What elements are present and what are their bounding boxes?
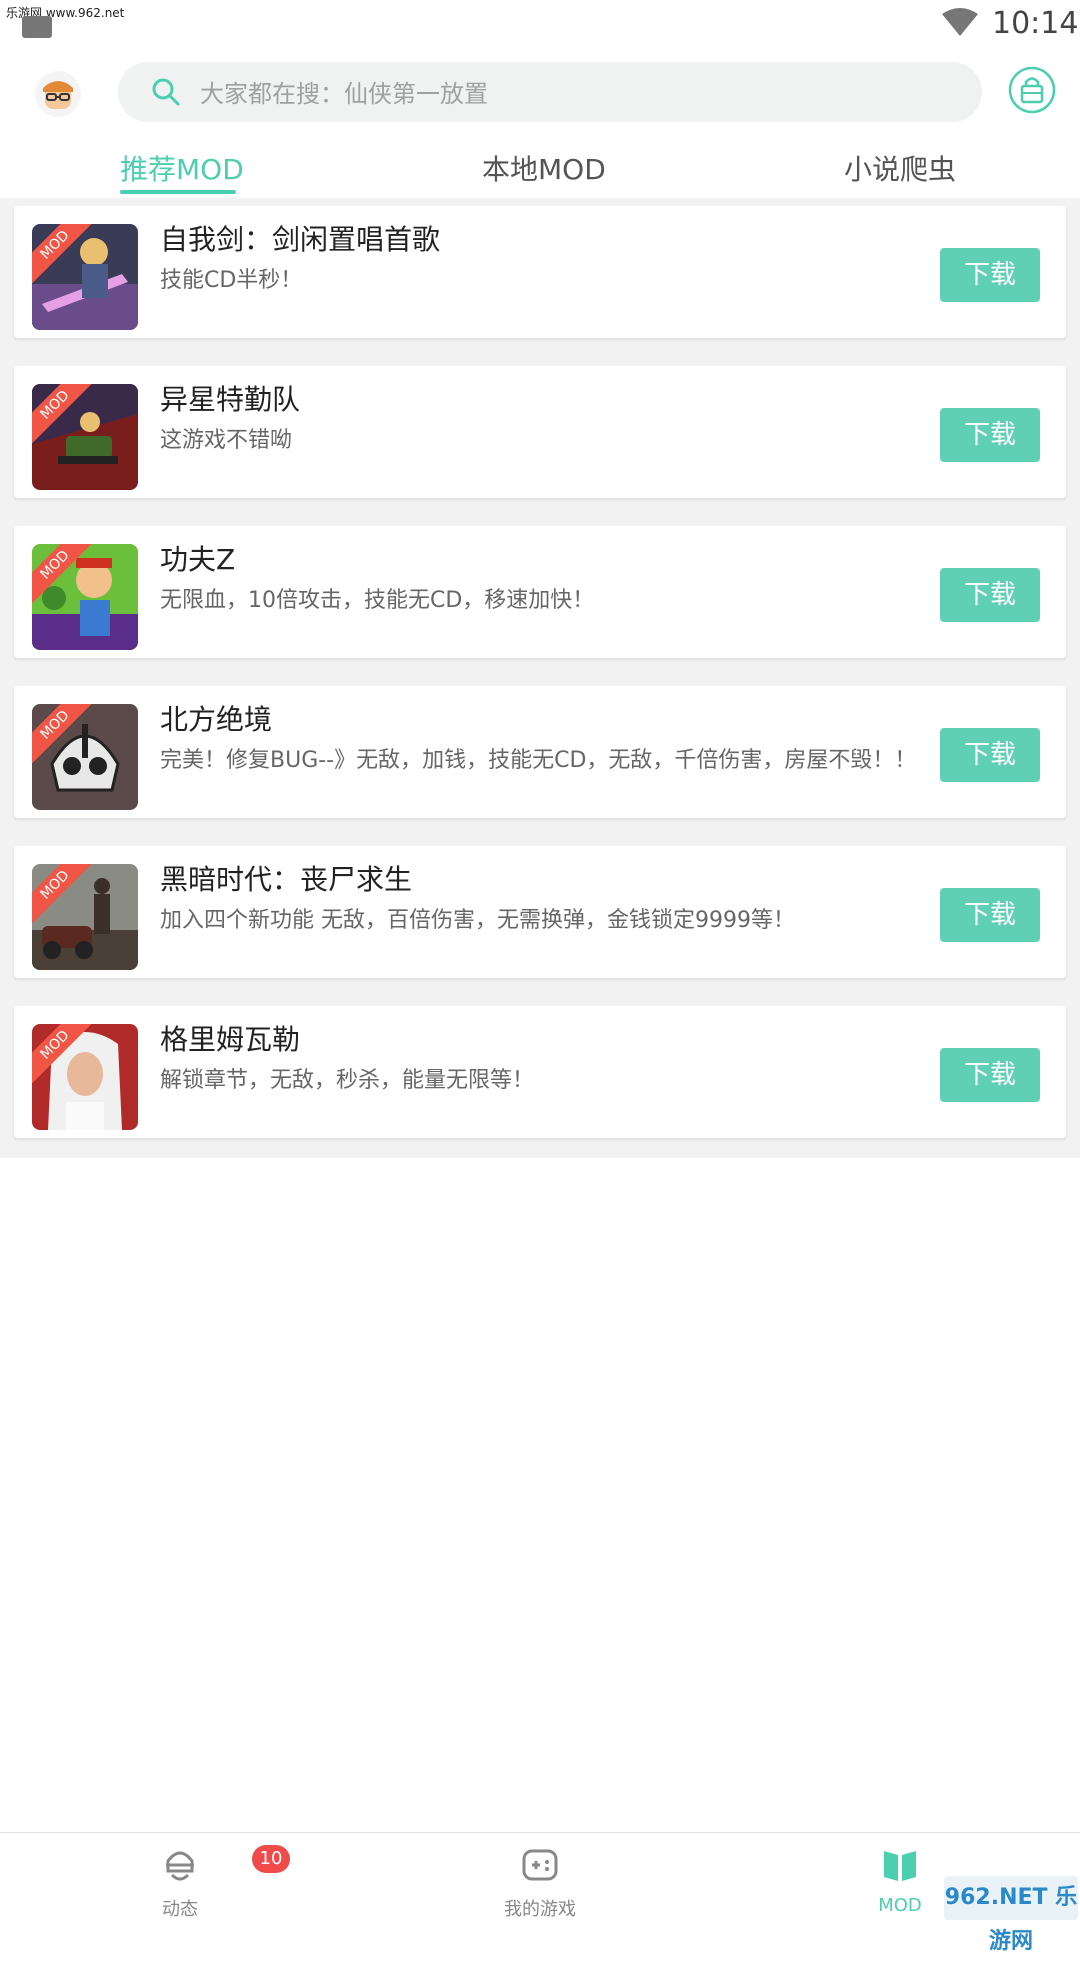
search-input[interactable]: 大家都在搜：仙侠第一放置	[118, 62, 982, 122]
game-description: 无限血，10倍攻击，技能无CD，移速加快！	[160, 588, 595, 613]
nav-mod[interactable]: MOD	[840, 1833, 960, 1921]
tab-bar: 推荐MOD 本地MOD 小说爬虫	[0, 136, 1080, 196]
list-item[interactable]: MOD 格里姆瓦勒 解锁章节，无敌，秒杀，能量无限等！ 下载	[14, 1006, 1066, 1138]
nav-feed-label: 动态	[162, 1899, 198, 1920]
game-title: 黑暗时代：丧尸求生	[160, 863, 413, 896]
notification-badge: 10	[252, 1845, 290, 1873]
tab-recommended-mod[interactable]: 推荐MOD	[120, 148, 244, 188]
game-thumbnail: MOD	[32, 544, 138, 650]
watermark-logo: 962.NET 乐游网	[944, 1876, 1078, 1954]
nav-my-games-label: 我的游戏	[504, 1899, 576, 1920]
nav-my-games[interactable]: 我的游戏	[480, 1833, 600, 1921]
game-thumbnail: MOD	[32, 704, 138, 810]
bell-icon	[166, 1851, 194, 1881]
gamepad-icon	[522, 1849, 558, 1881]
tab-active-indicator	[120, 190, 236, 194]
game-title: 功夫Z	[160, 543, 236, 576]
list-item[interactable]: MOD 自我剑：剑闲置唱首歌 技能CD半秒！ 下载	[14, 206, 1066, 338]
download-button[interactable]: 下载	[940, 568, 1040, 622]
download-button[interactable]: 下载	[940, 248, 1040, 302]
download-button[interactable]: 下载	[940, 888, 1040, 942]
game-thumbnail: MOD	[32, 384, 138, 490]
game-title: 自我剑：剑闲置唱首歌	[160, 223, 441, 256]
list-item[interactable]: MOD 黑暗时代：丧尸求生 加入四个新功能 无敌，百倍伤害，无需换弹，金钱锁定9…	[14, 846, 1066, 978]
game-description: 这游戏不错呦	[160, 428, 293, 453]
wifi-icon	[942, 8, 978, 36]
game-title: 北方绝境	[160, 703, 273, 736]
game-title: 异星特勤队	[160, 383, 301, 416]
download-button[interactable]: 下载	[940, 728, 1040, 782]
status-bar: 乐游网 www.962.net 10:14	[0, 0, 1080, 50]
game-description: 解锁章节，无敌，秒杀，能量无限等！	[160, 1068, 535, 1093]
game-title: 格里姆瓦勒	[160, 1023, 301, 1056]
game-thumbnail: MOD	[32, 864, 138, 970]
download-button[interactable]: 下载	[940, 408, 1040, 462]
status-time: 10:14	[992, 6, 1079, 41]
search-placeholder: 大家都在搜：仙侠第一放置	[200, 80, 488, 108]
mod-list: MOD 自我剑：剑闲置唱首歌 技能CD半秒！ 下载 MOD 异星特勤队 这游戏不…	[0, 198, 1080, 1158]
bottom-nav: 动态 10 我的游戏 MOD	[0, 1832, 1080, 1921]
game-thumbnail: MOD	[32, 224, 138, 330]
list-item[interactable]: MOD 功夫Z 无限血，10倍攻击，技能无CD，移速加快！ 下载	[14, 526, 1066, 658]
game-thumbnail: MOD	[32, 1024, 138, 1130]
notification-icon	[22, 16, 52, 38]
top-bar: 大家都在搜：仙侠第一放置	[0, 58, 1080, 128]
search-icon	[152, 78, 180, 106]
game-description: 加入四个新功能 无敌，百倍伤害，无需换弹，金钱锁定9999等！	[160, 908, 795, 933]
download-button[interactable]: 下载	[940, 1048, 1040, 1102]
tab-novel-crawler[interactable]: 小说爬虫	[844, 148, 956, 188]
list-item[interactable]: MOD 北方绝境 完美！修复BUG--》无敌，加钱，技能无CD，无敌，千倍伤害，…	[14, 686, 1066, 818]
shopping-bag-icon[interactable]	[1008, 66, 1056, 114]
game-description: 技能CD半秒！	[160, 268, 303, 293]
game-description: 完美！修复BUG--》无敌，加钱，技能无CD，无敌，千倍伤害，房屋不毁！！	[160, 748, 917, 773]
nav-feed[interactable]: 动态	[120, 1833, 240, 1921]
avatar-icon[interactable]	[34, 70, 82, 118]
book-icon	[884, 1851, 916, 1881]
tab-local-mod[interactable]: 本地MOD	[482, 148, 606, 188]
nav-mod-label: MOD	[878, 1895, 922, 1916]
list-item[interactable]: MOD 异星特勤队 这游戏不错呦 下载	[14, 366, 1066, 498]
